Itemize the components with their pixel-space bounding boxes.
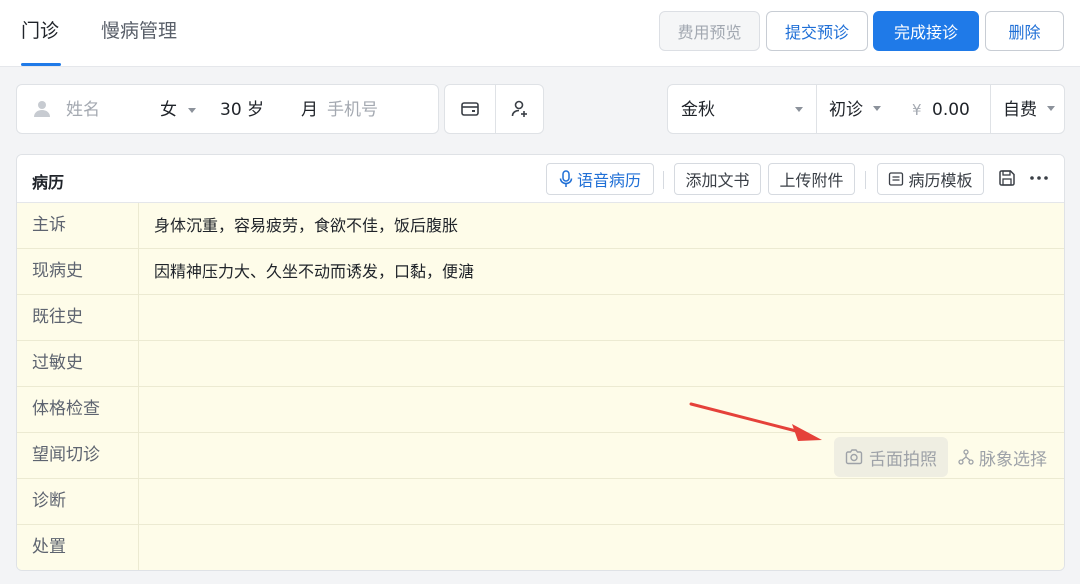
chevron-down-icon (873, 106, 881, 111)
camera-icon (845, 449, 863, 465)
fee-preview-button[interactable]: 费用预览 (659, 11, 760, 51)
row-label: 望闻切诊 (17, 433, 139, 478)
row-label: 过敏史 (17, 341, 139, 386)
row-label: 体格检查 (17, 387, 139, 432)
age-unit: 岁 (247, 100, 265, 120)
row-label: 现病史 (17, 249, 139, 294)
gender-value: 女 (160, 100, 177, 120)
visit-type-value: 初诊 (829, 100, 863, 120)
tongue-photo-button[interactable]: 舌面拍照 (834, 437, 948, 477)
visit-type-select[interactable]: 初诊 (816, 85, 886, 133)
voice-record-label: 语音病历 (576, 171, 641, 190)
month-unit: 月 (301, 100, 318, 120)
tab-outpatient[interactable]: 门诊 (21, 18, 59, 44)
divider (663, 171, 664, 189)
divider (865, 171, 866, 189)
add-patient-button[interactable] (496, 85, 544, 133)
payment-type-select[interactable]: 自费 (990, 85, 1065, 133)
amount-value: 0.00 (932, 100, 970, 120)
amount-input[interactable]: ¥ 0.00 (892, 85, 990, 133)
record-title: 病历 (32, 173, 65, 192)
payment-type-value: 自费 (1003, 100, 1037, 120)
gender-select[interactable]: 女 (160, 98, 197, 122)
chevron-down-icon (188, 107, 197, 113)
record-row-chief-complaint[interactable]: 主诉 身体沉重，容易疲劳，食欲不佳，饭后腹胀 (17, 203, 1064, 249)
pulse-select-label: 脉象选择 (979, 449, 1047, 470)
microphone-icon (559, 170, 573, 187)
complete-consult-button[interactable]: 完成接诊 (873, 11, 979, 51)
pulse-select-button[interactable]: 脉象选择 (958, 437, 1058, 477)
record-row-allergy[interactable]: 过敏史 (17, 341, 1064, 387)
user-icon (32, 99, 52, 123)
patient-info-bar: 姓名 女 30 岁 月 手机号 (16, 84, 439, 134)
row-label: 主诉 (17, 203, 139, 248)
delete-button[interactable]: 删除 (985, 11, 1064, 51)
patient-actions (444, 84, 544, 134)
save-icon[interactable] (998, 169, 1016, 191)
record-template-button[interactable]: 病历模板 (877, 163, 984, 195)
more-icon[interactable] (1029, 169, 1049, 191)
record-row-diagnosis[interactable]: 诊断 (17, 479, 1064, 525)
doctor-select[interactable]: 金秋 (681, 98, 715, 122)
age-value: 30 (220, 100, 242, 120)
submit-preconsult-button[interactable]: 提交预诊 (766, 11, 868, 51)
name-input[interactable]: 姓名 (66, 98, 100, 122)
row-value[interactable]: 身体沉重，容易疲劳，食欲不佳，饭后腹胀 (154, 203, 458, 248)
row-value[interactable]: 因精神压力大、久坐不动而诱发，口黏，便溏 (154, 249, 474, 294)
age-input[interactable]: 30 岁 (220, 98, 264, 122)
top-bar: 门诊 慢病管理 费用预览 提交预诊 完成接诊 删除 (0, 0, 1080, 67)
visit-info-bar: 金秋 初诊 ¥ 0.00 自费 (667, 84, 1065, 134)
card-reader-button[interactable] (445, 85, 495, 133)
record-row-physical-exam[interactable]: 体格检查 (17, 387, 1064, 433)
active-tab-indicator (21, 63, 61, 66)
row-label: 既往史 (17, 295, 139, 340)
tab-chronic-management[interactable]: 慢病管理 (101, 18, 177, 44)
upload-attachment-button[interactable]: 上传附件 (768, 163, 855, 195)
currency-symbol: ¥ (912, 101, 922, 119)
tongue-photo-label: 舌面拍照 (869, 449, 937, 470)
medical-record-card: 病历 语音病历 添加文书 上传附件 病历模板 主诉 身体沉重，容易疲劳，食欲不佳… (16, 154, 1065, 571)
phone-input[interactable]: 手机号 (327, 98, 378, 122)
voice-record-button[interactable]: 语音病历 (546, 163, 654, 195)
row-label: 处置 (17, 525, 139, 570)
chevron-down-icon (795, 107, 803, 112)
record-row-past-history[interactable]: 既往史 (17, 295, 1064, 341)
record-header: 病历 语音病历 添加文书 上传附件 病历模板 (17, 155, 1064, 203)
chevron-down-icon (1047, 106, 1055, 111)
record-template-label: 病历模板 (908, 171, 973, 190)
add-document-button[interactable]: 添加文书 (674, 163, 761, 195)
template-icon (889, 172, 904, 186)
record-row-present-illness[interactable]: 现病史 因精神压力大、久坐不动而诱发，口黏，便溏 (17, 249, 1064, 295)
pulse-nodes-icon (958, 449, 974, 465)
record-row-treatment[interactable]: 处置 (17, 525, 1064, 570)
row-label: 诊断 (17, 479, 139, 524)
